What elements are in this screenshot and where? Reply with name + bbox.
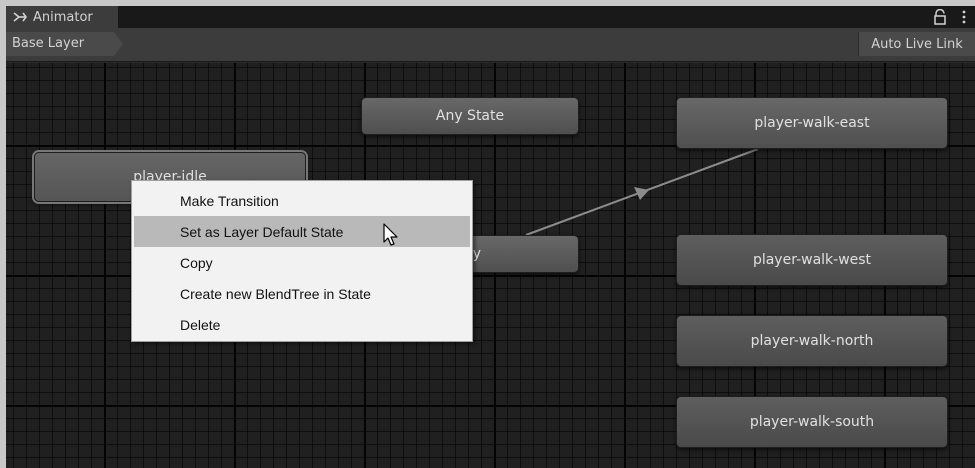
mouse-cursor-icon	[383, 223, 398, 246]
auto-live-link-button[interactable]: Auto Live Link	[858, 32, 975, 56]
menu-item-make-transition[interactable]: Make Transition	[132, 185, 472, 216]
tab-title: Animator	[33, 9, 93, 25]
menu-item-set-default-state[interactable]: Set as Layer Default State	[134, 216, 470, 247]
kebab-menu-icon[interactable]	[957, 9, 971, 25]
state-label: player-walk-west	[752, 252, 872, 268]
lock-icon[interactable]	[933, 9, 947, 25]
menu-item-create-blendtree[interactable]: Create new BlendTree in State	[132, 278, 472, 309]
state-player-walk-north[interactable]: player-walk-north	[676, 315, 948, 367]
state-context-menu: Make Transition Set as Layer Default Sta…	[131, 180, 473, 342]
animator-icon	[13, 12, 27, 22]
tab-animator[interactable]: Animator	[6, 6, 118, 28]
tab-bar: Animator	[6, 6, 975, 28]
state-any-state[interactable]: Any State	[361, 97, 579, 135]
layer-toolbar: Base Layer Auto Live Link	[6, 28, 975, 62]
state-label: player-walk-south	[749, 414, 875, 430]
menu-item-delete[interactable]: Delete	[132, 309, 472, 340]
state-player-walk-east[interactable]: player-walk-east	[676, 97, 948, 149]
state-label: Any State	[435, 108, 505, 124]
breadcrumb-label: Base Layer	[12, 36, 85, 51]
state-label: player-walk-north	[750, 333, 874, 349]
state-player-walk-west[interactable]: player-walk-west	[676, 234, 948, 286]
state-player-walk-south[interactable]: player-walk-south	[676, 396, 948, 448]
menu-item-copy[interactable]: Copy	[132, 247, 472, 278]
state-label: player-walk-east	[754, 115, 870, 131]
breadcrumb-base-layer[interactable]: Base Layer	[6, 32, 124, 56]
